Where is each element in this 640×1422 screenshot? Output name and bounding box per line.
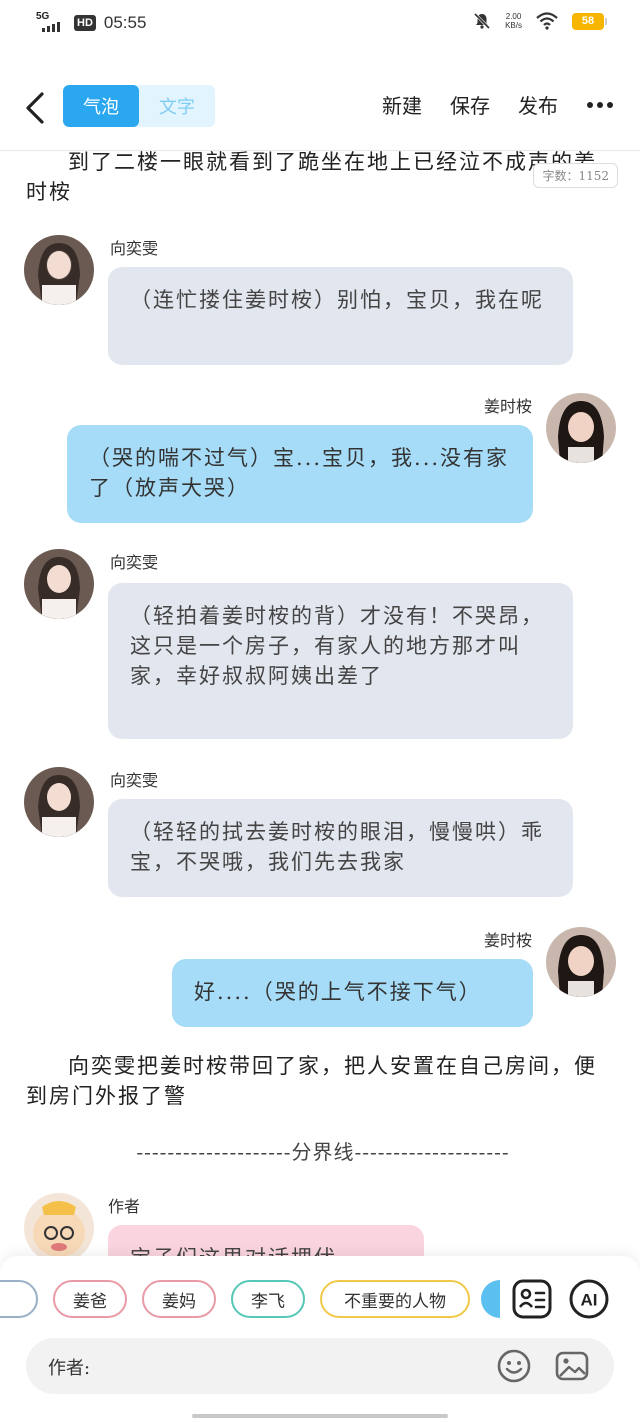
word-count-badge: 字数：1152: [533, 163, 618, 188]
narration-paragraph[interactable]: 向奕雯把姜时桉带回了家，把人安置在自己房间，便到房门外报了警: [26, 1051, 616, 1111]
save-button[interactable]: 保存: [450, 90, 490, 119]
message-bubble[interactable]: （连忙搂住姜时桉）别怕，宝贝，我在呢: [108, 267, 573, 365]
mode-toggle: 气泡 文字: [63, 85, 215, 127]
message-bubble[interactable]: （哭的喘不过气）宝...宝贝，我...没有家了（放声大哭）: [67, 425, 533, 523]
role-card-icon[interactable]: [511, 1278, 553, 1320]
back-arrow-icon[interactable]: [20, 88, 50, 128]
sender-name: 向奕雯: [110, 771, 159, 790]
toolbar-actions: 新建 保存 发布: [382, 90, 614, 119]
editor-toolbar: 气泡 文字 新建 保存 发布: [0, 78, 640, 138]
mode-text-tab[interactable]: 文字: [139, 85, 215, 127]
sender-name: 向奕雯: [110, 553, 159, 572]
message-bubble[interactable]: 宝子们这里对话埋伏: [108, 1225, 424, 1256]
avatar-xiangyiwen[interactable]: [24, 767, 94, 837]
role-chip[interactable]: 姜妈: [142, 1280, 216, 1318]
message-bubble[interactable]: （轻轻的拭去姜时桉的眼泪，慢慢哄）乖宝，不哭哦，我们先去我家: [108, 799, 573, 897]
signal-icon: 5G: [36, 12, 66, 34]
role-chip[interactable]: 不重要的人物: [320, 1280, 470, 1318]
net-speed-unit: KB/s: [505, 21, 522, 30]
mute-bell-icon: [474, 12, 491, 30]
role-chip[interactable]: 李飞: [231, 1280, 305, 1318]
avatar-xiangyiwen[interactable]: [24, 235, 94, 305]
new-button[interactable]: 新建: [382, 90, 422, 119]
narration-paragraph[interactable]: 到了二楼一眼就看到了跪坐在地上已经泣不成声的姜时桉: [26, 151, 616, 207]
dialogue-input[interactable]: 作者:: [26, 1338, 614, 1394]
home-indicator: [192, 1414, 448, 1418]
avatar-jiangshian[interactable]: [546, 393, 616, 463]
mode-bubble-tab[interactable]: 气泡: [63, 85, 139, 127]
emoji-icon[interactable]: [496, 1348, 532, 1384]
wifi-icon: [536, 12, 558, 30]
sender-name: 姜时桉: [483, 397, 532, 416]
clock: 05:55: [103, 13, 147, 32]
hd-badge: HD: [74, 15, 96, 31]
role-chip-partial[interactable]: [0, 1280, 38, 1318]
status-left: 5G HD 05:55: [36, 12, 146, 34]
narration-text: 向奕雯把姜时桉带回了家，把人安置在自己房间，便到房门外报了警: [26, 1054, 597, 1108]
narration-text: 到了二楼一眼就看到了跪坐在地上已经泣不成声的姜时桉: [26, 151, 597, 204]
message-bubble[interactable]: 好....（哭的上气不接下气）: [172, 959, 533, 1027]
network-type: 5G: [36, 11, 50, 22]
story-content[interactable]: 到了二楼一眼就看到了跪坐在地上已经泣不成声的姜时桉 字数：1152 向奕雯 （连…: [0, 151, 640, 1256]
image-icon[interactable]: [554, 1348, 590, 1384]
net-speed-value: 2.00: [505, 12, 522, 21]
sender-name: 姜时桉: [483, 931, 532, 950]
more-dots-icon[interactable]: [586, 101, 614, 109]
sender-name: 作者: [108, 1197, 141, 1216]
battery-indicator: 58: [572, 12, 607, 30]
sender-name: 向奕雯: [110, 239, 159, 258]
role-chips: 姜爸 姜妈 李飞 不重要的人物: [0, 1280, 500, 1320]
avatar-author[interactable]: [24, 1193, 94, 1256]
ai-icon[interactable]: AI: [568, 1278, 610, 1320]
status-bar: 5G HD 05:55 2.00 KB/s 58: [0, 0, 640, 48]
input-speaker-label: 作者:: [48, 1358, 91, 1379]
status-right: 2.00 KB/s 58: [473, 12, 607, 30]
avatar-jiangshian[interactable]: [546, 927, 616, 997]
publish-button[interactable]: 发布: [518, 90, 558, 119]
role-chip-partial[interactable]: [481, 1280, 500, 1318]
svg-text:AI: AI: [581, 1291, 598, 1310]
section-separator[interactable]: --------------------分界线-----------------…: [68, 1136, 578, 1165]
input-panel: 姜爸 姜妈 李飞 不重要的人物 AI 作者:: [0, 1256, 640, 1422]
message-bubble[interactable]: （轻拍着姜时桉的背）才没有！不哭昂，这只是一个房子，有家人的地方那才叫家，幸好叔…: [108, 583, 573, 739]
net-speed: 2.00 KB/s: [505, 12, 522, 30]
avatar-xiangyiwen[interactable]: [24, 549, 94, 619]
role-chip[interactable]: 姜爸: [53, 1280, 127, 1318]
